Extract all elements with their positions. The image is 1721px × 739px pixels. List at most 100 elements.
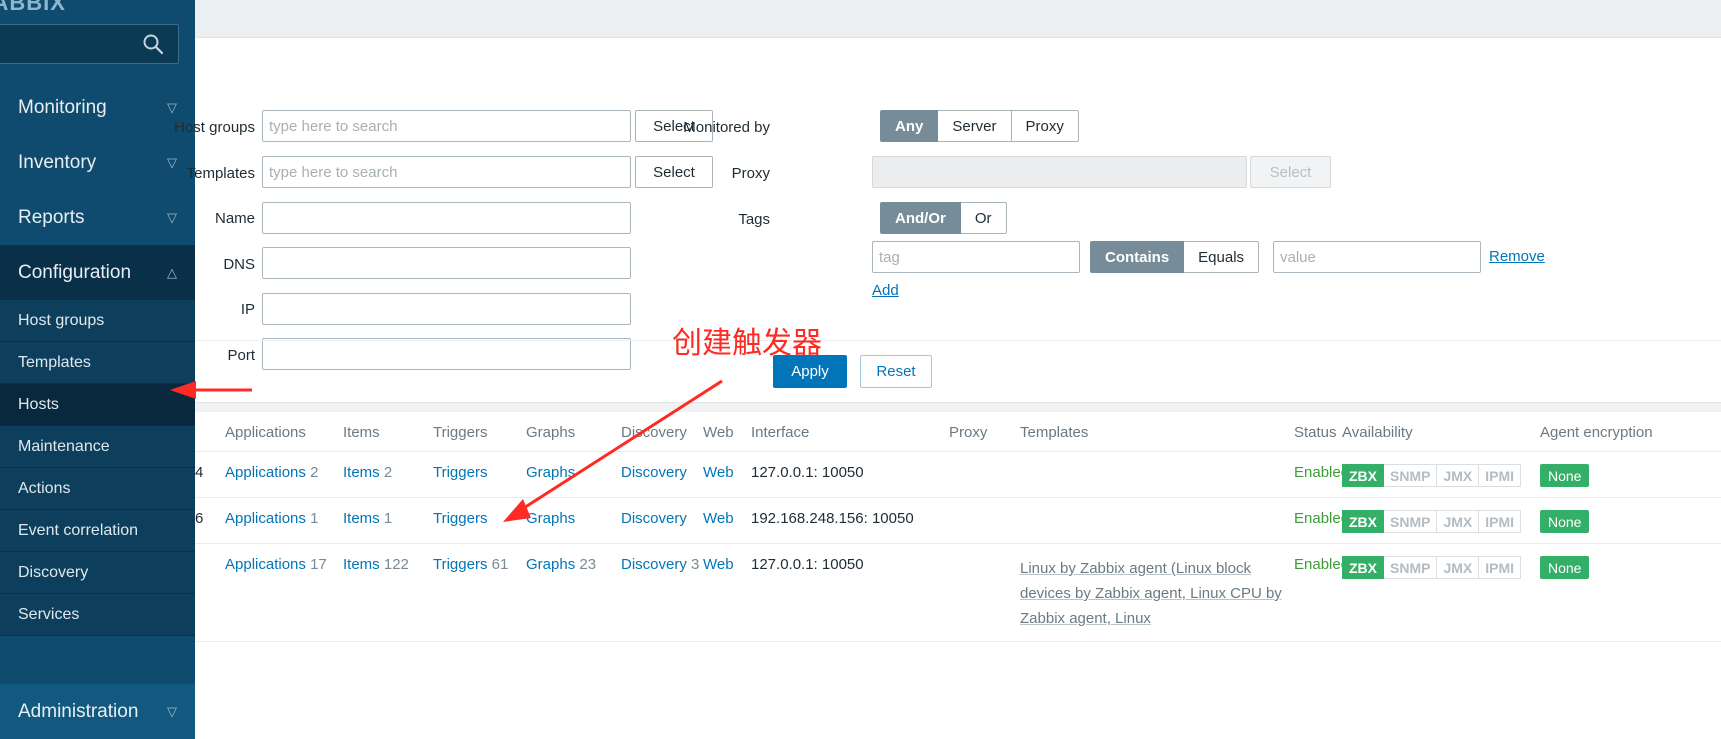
availability-jmx: JMX xyxy=(1437,510,1480,533)
graphs-link[interactable]: Graphs xyxy=(526,464,575,481)
availability-snmp: SNMP xyxy=(1384,556,1438,579)
templates-input[interactable] xyxy=(262,156,631,188)
filter-action-bar: Apply Reset xyxy=(195,340,1721,400)
applications-link[interactable]: Applications xyxy=(225,510,306,527)
sidebar-item-services[interactable]: Services xyxy=(0,594,195,636)
sidebar-subitem-label: Maintenance xyxy=(18,438,110,455)
tags-operator-option-or[interactable]: Or xyxy=(960,202,1007,234)
items-link[interactable]: Items xyxy=(343,464,380,481)
agent-encryption-badge: None xyxy=(1540,510,1590,533)
agent-encryption-badge: None xyxy=(1540,464,1590,487)
monitored-by-option-any[interactable]: Any xyxy=(880,110,939,142)
sidebar-item-maintenance[interactable]: Maintenance xyxy=(0,426,195,468)
dns-input[interactable] xyxy=(262,247,631,279)
sidebar-item-discovery[interactable]: Discovery xyxy=(0,552,195,594)
host-name-cell[interactable]: 4 xyxy=(195,452,225,491)
col-header-status[interactable]: Status xyxy=(1294,412,1342,451)
tag-match-option-equals[interactable]: Equals xyxy=(1184,241,1260,273)
tags-label: Tags xyxy=(738,211,770,228)
sidebar-subitem-label: Discovery xyxy=(18,564,89,581)
monitored-by-option-proxy[interactable]: Proxy xyxy=(1011,110,1079,142)
name-label: Name xyxy=(214,210,255,227)
interface-cell: 192.168.248.156: 10050 xyxy=(751,510,914,527)
tags-operator-option-andor[interactable]: And/Or xyxy=(880,202,961,234)
discovery-link[interactable]: Discovery xyxy=(621,510,687,527)
applications-count: 1 xyxy=(310,510,319,527)
discovery-link[interactable]: Discovery xyxy=(621,556,687,573)
col-header-triggers: Triggers xyxy=(433,424,488,441)
sidebar-subitem-label: Host groups xyxy=(18,312,105,329)
items-count: 122 xyxy=(383,556,409,573)
items-count: 1 xyxy=(383,510,393,527)
col-header-availability: Availability xyxy=(1342,424,1413,441)
status-badge[interactable]: Enabled xyxy=(1294,464,1349,481)
web-link[interactable]: Web xyxy=(703,556,734,573)
availability-zbx: ZBX xyxy=(1342,510,1384,533)
graphs-link[interactable]: Graphs xyxy=(526,556,575,573)
col-header-discovery: Discovery xyxy=(621,424,687,441)
ip-label: IP xyxy=(240,301,255,318)
availability-jmx: JMX xyxy=(1437,556,1480,579)
col-header-templates: Templates xyxy=(1020,424,1089,441)
availability-snmp: SNMP xyxy=(1384,464,1438,487)
discovery-count: 3 xyxy=(691,556,700,573)
items-link[interactable]: Items xyxy=(343,556,380,573)
col-header-name xyxy=(195,412,225,434)
sidebar-item-event-correlation[interactable]: Event correlation xyxy=(0,510,195,552)
monitored-by-radioset[interactable]: Any Server Proxy xyxy=(880,110,1079,142)
sidebar-search[interactable] xyxy=(0,24,179,64)
web-link[interactable]: Web xyxy=(703,510,734,527)
sidebar-subitem-label: Event correlation xyxy=(18,522,139,539)
proxy-label: Proxy xyxy=(731,165,770,182)
web-link[interactable]: Web xyxy=(703,464,734,481)
availability-jmx: JMX xyxy=(1437,464,1480,487)
main-content: Host groups Select Templates Select Name… xyxy=(174,0,1721,739)
triggers-link[interactable]: Triggers xyxy=(433,510,487,527)
items-link[interactable]: Items xyxy=(343,510,380,527)
tag-remove-link[interactable]: Remove xyxy=(1489,248,1545,265)
availability-group: ZBX SNMP JMX IPMI xyxy=(1342,556,1522,579)
tag-match-option-contains[interactable]: Contains xyxy=(1090,241,1185,273)
graphs-link[interactable]: Graphs xyxy=(526,510,575,527)
tag-add-link[interactable]: Add xyxy=(872,282,899,299)
sidebar-item-hosts[interactable]: Hosts xyxy=(0,384,195,426)
status-badge[interactable]: Enabled xyxy=(1294,510,1349,527)
col-header-agent-encryption: Agent encryption xyxy=(1540,424,1653,441)
discovery-link[interactable]: Discovery xyxy=(621,464,687,481)
table-row: Applications 17 Items 122 Triggers 61 Gr… xyxy=(195,544,1721,642)
ip-input[interactable] xyxy=(262,293,631,325)
proxy-cell xyxy=(949,544,1020,566)
reset-button[interactable]: Reset xyxy=(860,355,932,388)
sidebar-bottom: Administration ▽ xyxy=(0,684,195,739)
host-groups-input[interactable] xyxy=(262,110,631,142)
host-name-cell[interactable] xyxy=(195,544,225,566)
tag-value-input[interactable] xyxy=(1273,241,1481,273)
tags-operator-radioset[interactable]: And/Or Or xyxy=(880,202,1007,234)
search-input[interactable] xyxy=(0,31,123,57)
status-badge[interactable]: Enabled xyxy=(1294,556,1349,573)
hosts-table: Applications Items Triggers Graphs Disco… xyxy=(195,402,1721,642)
triggers-link[interactable]: Triggers xyxy=(433,556,487,573)
name-input[interactable] xyxy=(262,202,631,234)
sidebar-item-administration[interactable]: Administration ▽ xyxy=(0,684,195,739)
sidebar-subitem-label: Hosts xyxy=(18,396,59,413)
triggers-count: 61 xyxy=(491,556,509,573)
table-row: 6 Applications 1 Items 1 Triggers Graphs… xyxy=(195,498,1721,544)
interface-cell: 127.0.0.1: 10050 xyxy=(751,556,864,573)
availability-ipmi: IPMI xyxy=(1479,510,1522,533)
triggers-link[interactable]: Triggers xyxy=(433,464,487,481)
host-name-cell[interactable]: 6 xyxy=(195,498,225,537)
applications-link[interactable]: Applications xyxy=(225,464,306,481)
search-icon[interactable] xyxy=(142,33,164,55)
availability-ipmi: IPMI xyxy=(1479,556,1522,579)
tag-match-radioset[interactable]: Contains Equals xyxy=(1090,241,1260,273)
applications-link[interactable]: Applications xyxy=(225,556,306,573)
sidebar-item-actions[interactable]: Actions xyxy=(0,468,195,510)
availability-group: ZBX SNMP JMX IPMI xyxy=(1342,464,1522,487)
availability-ipmi: IPMI xyxy=(1479,464,1522,487)
tag-name-input[interactable] xyxy=(872,241,1080,273)
proxy-cell xyxy=(949,452,1020,474)
monitored-by-option-server[interactable]: Server xyxy=(938,110,1012,142)
templates-cell[interactable]: Linux by Zabbix agent (Linux block devic… xyxy=(1020,544,1294,641)
sidebar-subitem-label: Services xyxy=(18,606,80,623)
